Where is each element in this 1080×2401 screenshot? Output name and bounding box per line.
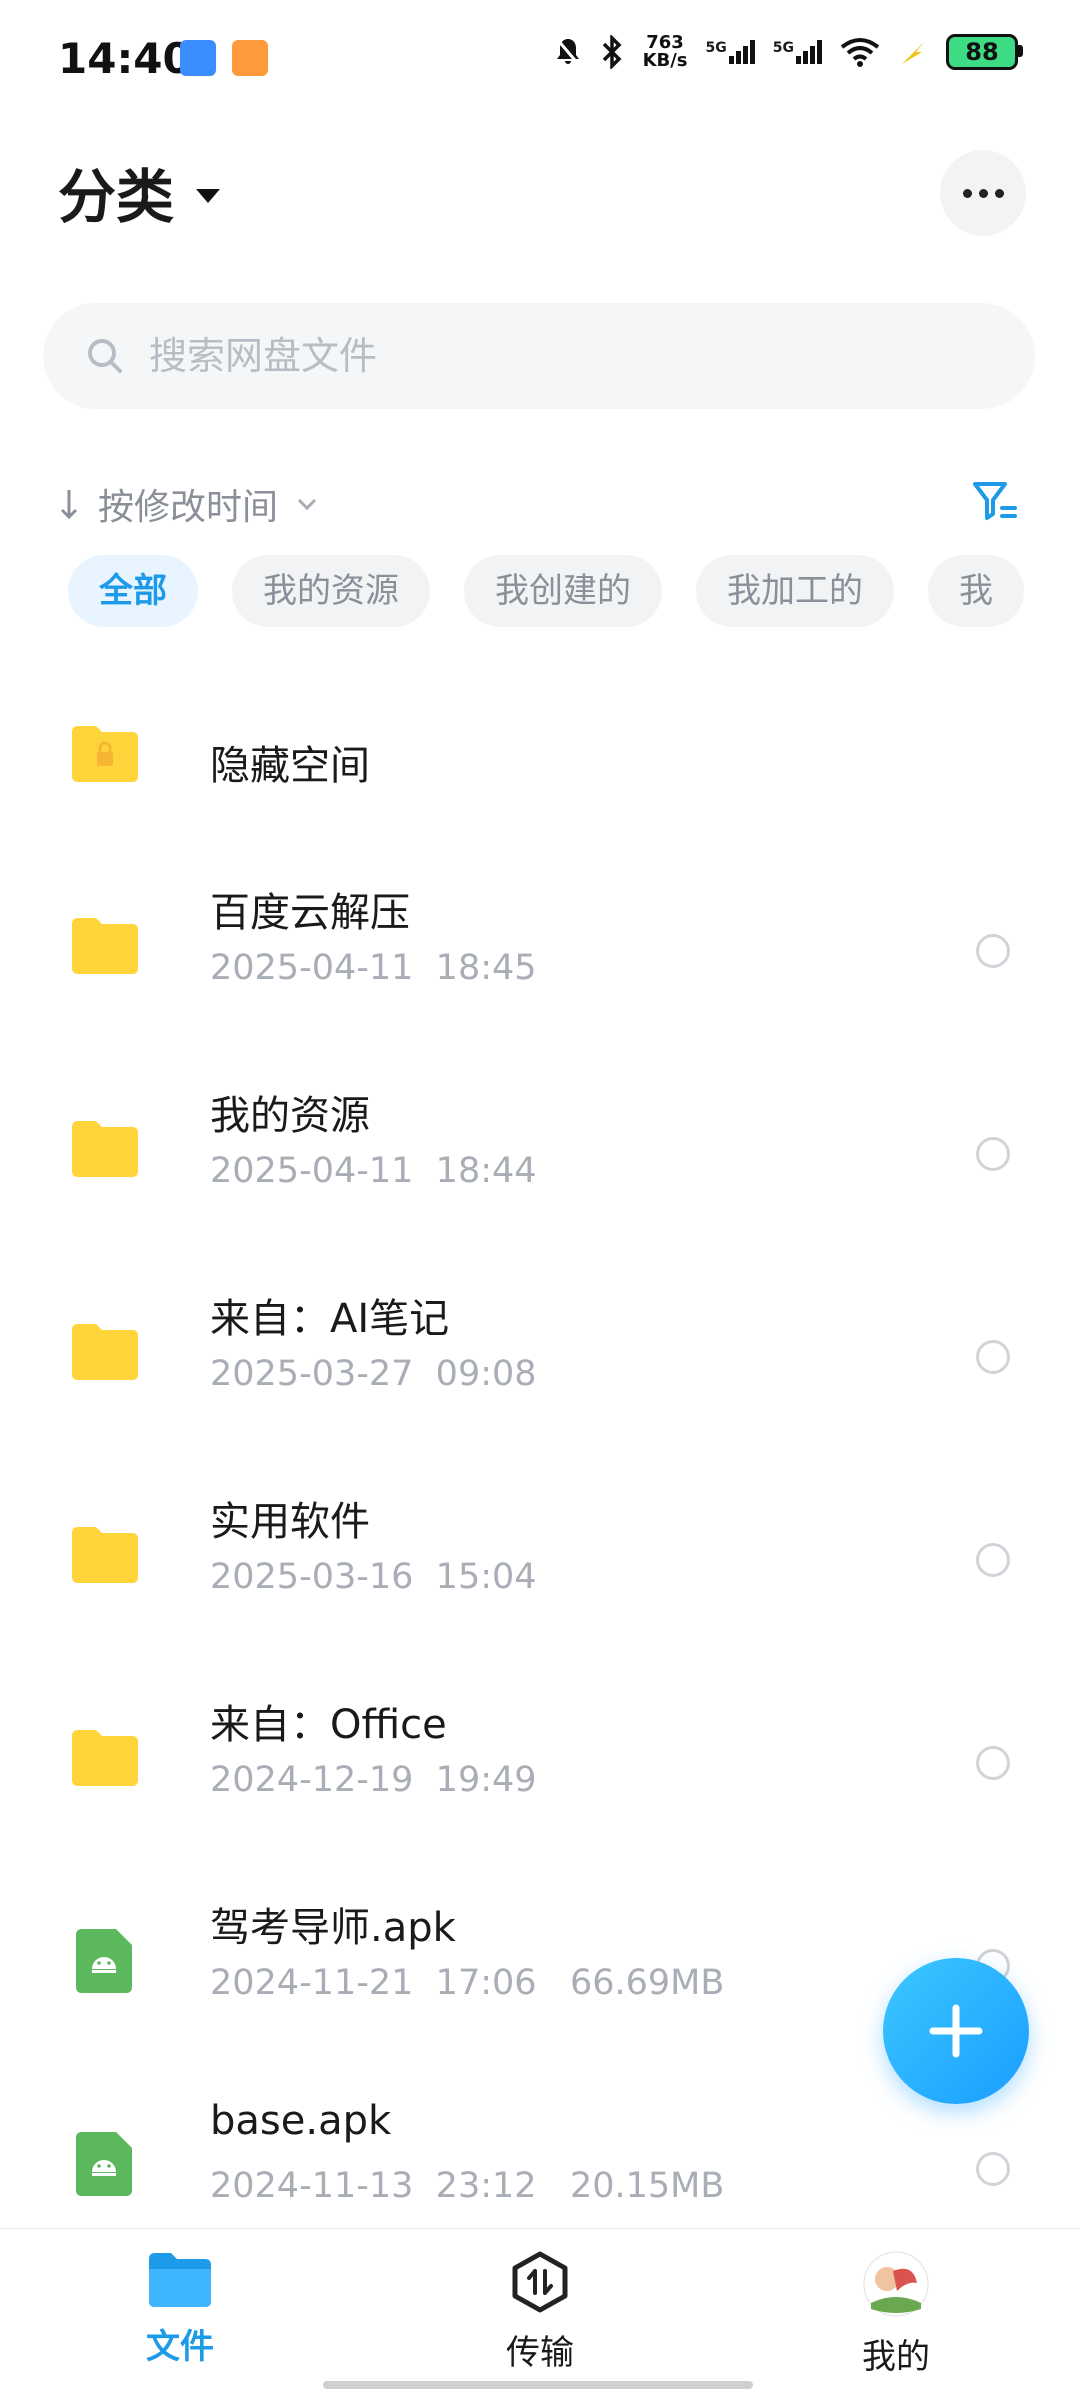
file-name: 隐藏空间 [210, 743, 370, 789]
folder-icon [72, 1324, 138, 1380]
signal-icon: 5G [773, 40, 822, 64]
file-meta: 2025-04-11 18:45 [210, 948, 537, 988]
list-item[interactable]: 来自：Office 2024-12-19 19:49 [0, 1668, 1080, 1871]
caret-down-icon [196, 189, 221, 203]
list-item[interactable]: 隐藏空间 [0, 660, 1080, 856]
folder-icon [149, 2253, 211, 2307]
select-radio[interactable] [976, 1137, 1010, 1171]
file-meta: 2025-03-16 15:04 [210, 1557, 537, 1597]
wifi-icon [840, 38, 880, 67]
android-apk-icon [76, 2132, 132, 2196]
file-meta: 2025-04-11 18:44 [210, 1151, 537, 1191]
add-button[interactable] [883, 1958, 1029, 2104]
sort-selector[interactable]: 按修改时间 [58, 478, 318, 530]
nav-files-label: 文件 [146, 2327, 214, 2367]
more-icon [962, 188, 972, 198]
avatar [863, 2251, 929, 2317]
file-name: base.apk [210, 2098, 392, 2144]
more-button[interactable] [940, 150, 1026, 236]
select-radio[interactable] [976, 2152, 1010, 2186]
net-speed: 763 KB/s [642, 32, 688, 71]
file-name: 来自：AI笔记 [210, 1296, 450, 1342]
file-name: 实用软件 [210, 1499, 370, 1545]
file-name: 驾考导师.apk [210, 1905, 456, 1951]
signal-icon: 5G [706, 40, 755, 64]
list-item[interactable]: 来自：AI笔记 2025-03-27 09:08 [0, 1262, 1080, 1465]
search-input[interactable] [147, 333, 951, 379]
nav-mine-label: 我的 [862, 2337, 930, 2377]
select-radio[interactable] [976, 1746, 1010, 1780]
sort-label: 按修改时间 [98, 487, 279, 528]
file-meta: 2024-12-19 19:49 [210, 1760, 537, 1800]
file-name: 百度云解压 [210, 890, 410, 936]
filter-icon[interactable] [972, 478, 1018, 524]
nav-transfer-label: 传输 [506, 2333, 574, 2373]
nav-transfer[interactable]: 传输 [440, 2251, 640, 2374]
chip-processed-by-me[interactable]: 我加工的 [696, 555, 894, 627]
alarm-off-icon [555, 38, 580, 66]
chip-my-resources[interactable]: 我的资源 [232, 555, 430, 627]
list-item[interactable]: 我的资源 2025-04-11 18:44 [0, 1059, 1080, 1262]
bottom-nav: 文件 传输 我的 [0, 2228, 1080, 2401]
locked-folder-icon [72, 726, 138, 782]
search-icon [88, 339, 122, 373]
chevron-down-icon [297, 498, 317, 511]
battery-icon: 88 [946, 34, 1023, 70]
transfer-icon [512, 2251, 568, 2313]
sort-arrow-icon [60, 490, 78, 520]
list-item[interactable]: 实用软件 2025-03-16 15:04 [0, 1465, 1080, 1668]
folder-icon [72, 1527, 138, 1583]
folder-icon [72, 1121, 138, 1177]
status-time: 14:40 [58, 34, 192, 83]
folder-icon [72, 1730, 138, 1786]
search-bar[interactable] [43, 303, 1035, 409]
nav-mine[interactable]: 我的 [796, 2251, 996, 2378]
file-name: 我的资源 [210, 1093, 370, 1139]
file-meta: 2024-11-13 23:12 20.15MB [210, 2166, 725, 2206]
select-radio[interactable] [976, 934, 1010, 968]
category-title-dropdown[interactable]: 分类 [58, 150, 221, 234]
select-radio[interactable] [976, 1340, 1010, 1374]
status-bar: 14:40 763 KB/s 5G 5G 88 [0, 0, 1080, 120]
file-meta: 2024-11-21 17:06 66.69MB [210, 1963, 725, 2003]
file-name: 来自：Office [210, 1702, 447, 1748]
list-item[interactable]: 百度云解压 2025-04-11 18:45 [0, 856, 1080, 1059]
plus-icon [929, 2004, 983, 2058]
file-meta: 2025-03-27 09:08 [210, 1354, 537, 1394]
app-notification-icon [180, 40, 216, 76]
page-title: 分类 [58, 163, 175, 231]
app-notification-icon [232, 40, 268, 76]
android-apk-icon [76, 1929, 132, 1993]
folder-icon [72, 918, 138, 974]
nav-files[interactable]: 文件 [80, 2251, 280, 2368]
select-radio[interactable] [976, 1543, 1010, 1577]
bluetooth-icon [602, 35, 622, 69]
charging-icon [902, 42, 924, 64]
home-indicator[interactable] [323, 2381, 753, 2389]
chip-more[interactable]: 我 [928, 555, 1024, 627]
category-chips: 全部 我的资源 我创建的 我加工的我 [68, 555, 1024, 629]
chip-created-by-me[interactable]: 我创建的 [464, 555, 662, 627]
chip-all[interactable]: 全部 [68, 555, 198, 627]
